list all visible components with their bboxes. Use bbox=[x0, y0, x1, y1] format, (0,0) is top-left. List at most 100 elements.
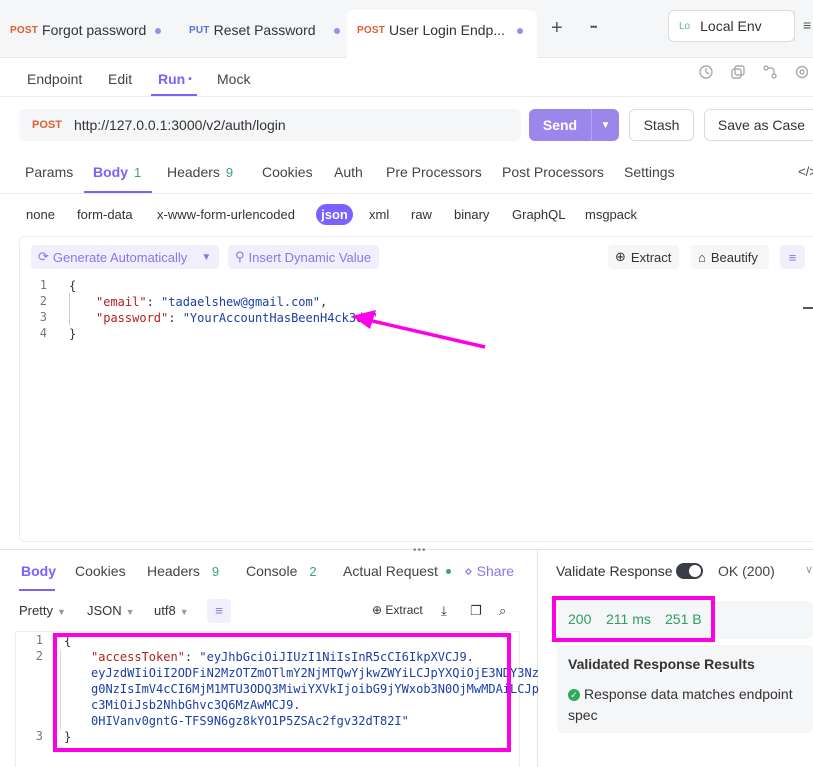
tab-body-label: Body bbox=[93, 164, 128, 180]
request-url[interactable]: http://127.0.0.1:3000/v2/auth/login bbox=[74, 117, 286, 133]
scroll-marker bbox=[803, 307, 813, 309]
refresh-icon: ⟳ bbox=[38, 249, 49, 264]
body-type-raw[interactable]: raw bbox=[411, 207, 432, 222]
body-type-none[interactable]: none bbox=[26, 207, 55, 222]
search-icon[interactable]: ⌕ bbox=[499, 603, 506, 619]
tab-params[interactable]: Params bbox=[25, 164, 73, 184]
tab-method: PUT bbox=[189, 24, 210, 36]
validate-toggle[interactable] bbox=[676, 563, 703, 579]
response-status-select[interactable]: OK (200) bbox=[718, 563, 775, 579]
highlight-box-stats bbox=[552, 596, 715, 642]
unsaved-dot bbox=[155, 28, 161, 34]
nav-run-label: Run bbox=[158, 71, 186, 87]
format-select[interactable]: Pretty ▼ bbox=[19, 603, 66, 618]
send-button-group[interactable]: Send ▼ bbox=[529, 109, 619, 141]
generate-label: Generate Automatically bbox=[52, 249, 188, 265]
tab-label: Forgot password bbox=[42, 22, 147, 38]
vertical-divider[interactable] bbox=[537, 549, 538, 767]
chevron-down-icon[interactable]: ∨ bbox=[805, 563, 813, 576]
encoding-select[interactable]: utf8 ▼ bbox=[154, 603, 189, 618]
body-type-xml[interactable]: xml bbox=[369, 207, 389, 222]
send-button[interactable]: Send bbox=[529, 117, 591, 133]
settings-icon[interactable] bbox=[793, 64, 811, 82]
code-icon[interactable]: </> bbox=[798, 164, 813, 184]
response-extract-button[interactable]: ⊕ Extract bbox=[372, 603, 423, 617]
wrap-lines-icon[interactable]: ≡ bbox=[207, 599, 231, 623]
body-type-form-data[interactable]: form-data bbox=[77, 207, 133, 222]
code-line: } bbox=[69, 327, 77, 341]
request-body-editor[interactable] bbox=[19, 236, 813, 542]
wrap-lines-icon[interactable]: ≡ bbox=[780, 245, 805, 269]
tab-cookies[interactable]: Cookies bbox=[262, 164, 313, 184]
beautify-button[interactable]: ⌂ Beautify bbox=[691, 245, 769, 269]
body-type-msgpack[interactable]: msgpack bbox=[585, 207, 637, 222]
response-tab-headers[interactable]: Headers 9 bbox=[147, 563, 219, 579]
tab-auth[interactable]: Auth bbox=[334, 164, 363, 184]
body-type-binary[interactable]: binary bbox=[454, 207, 489, 222]
tab-post-processors[interactable]: Post Processors bbox=[502, 164, 604, 184]
response-tab-console[interactable]: Console 2 bbox=[246, 563, 317, 579]
code-line-password: "password": "YourAccountHasBeenH4ck3d!" bbox=[96, 311, 378, 325]
menu-icon[interactable]: ≡ bbox=[803, 17, 811, 33]
tab-method: POST bbox=[10, 24, 39, 36]
resize-handle[interactable]: ••• bbox=[413, 545, 427, 556]
tab-reset-password[interactable]: PUT Reset Password bbox=[189, 10, 340, 50]
beautify-icon: ⌂ bbox=[698, 249, 706, 265]
tab-pre-processors[interactable]: Pre Processors bbox=[386, 164, 482, 184]
language-select[interactable]: JSON ▼ bbox=[87, 603, 135, 618]
more-icon[interactable]: ••• bbox=[590, 22, 598, 32]
check-circle-icon: ✓ bbox=[568, 689, 580, 701]
beautify-label: Beautify bbox=[710, 249, 758, 265]
response-extract-label: Extract bbox=[385, 603, 423, 617]
add-tab-icon[interactable]: + bbox=[551, 17, 563, 40]
format-value: Pretty bbox=[19, 603, 53, 618]
generate-automatically-button[interactable]: ⟳ Generate Automatically ▼ bbox=[31, 245, 219, 269]
chevron-down-icon[interactable]: ▼ bbox=[592, 120, 619, 131]
tab-body[interactable]: Body 1 bbox=[93, 164, 141, 184]
extract-icon: ⊕ bbox=[615, 249, 626, 264]
nav-edit[interactable]: Edit bbox=[108, 64, 132, 94]
environment-select[interactable]: Lo Local Env bbox=[668, 10, 795, 42]
status-dot bbox=[445, 569, 451, 574]
stash-button[interactable]: Stash bbox=[629, 109, 694, 141]
line-number: 2 bbox=[35, 649, 43, 663]
nav-endpoint[interactable]: Endpoint bbox=[27, 64, 82, 94]
tab-label: User Login Endp... bbox=[389, 22, 505, 38]
actual-request-label: Actual Request bbox=[343, 563, 438, 579]
body-type-graphql[interactable]: GraphQL bbox=[512, 207, 565, 222]
nav-run[interactable]: Run • bbox=[158, 64, 192, 94]
response-tab-body[interactable]: Body bbox=[21, 563, 56, 579]
url-input[interactable]: POST http://127.0.0.1:3000/v2/auth/login bbox=[19, 109, 521, 141]
copy-icon[interactable] bbox=[729, 64, 747, 82]
console-count: 2 bbox=[309, 564, 317, 579]
response-tab-cookies[interactable]: Cookies bbox=[75, 563, 126, 579]
body-count: 1 bbox=[134, 165, 142, 180]
console-label: Console bbox=[246, 563, 298, 579]
pane-divider[interactable] bbox=[0, 549, 813, 550]
extract-button[interactable]: ⊕ Extract bbox=[608, 245, 679, 269]
response-headers-count: 9 bbox=[211, 564, 220, 579]
download-icon[interactable]: ⤓ bbox=[441, 603, 447, 619]
unsaved-dot bbox=[334, 28, 340, 34]
body-type-urlencoded[interactable]: x-www-form-urlencoded bbox=[157, 207, 295, 222]
nav-mock[interactable]: Mock bbox=[217, 64, 250, 94]
tab-user-login[interactable]: POST User Login Endp... bbox=[347, 10, 537, 58]
tab-settings[interactable]: Settings bbox=[624, 164, 675, 184]
share-flow-icon[interactable] bbox=[761, 64, 779, 82]
tab-forgot-password[interactable]: POST Forgot password bbox=[10, 10, 161, 50]
share-button[interactable]: ⋄ Share bbox=[464, 563, 514, 580]
line-number: 1 bbox=[39, 278, 47, 292]
tab-headers[interactable]: Headers 9 bbox=[167, 164, 233, 184]
request-method[interactable]: POST bbox=[32, 119, 62, 131]
response-tab-actual-request[interactable]: Actual Request bbox=[343, 563, 451, 579]
chevron-down-icon: ▼ bbox=[125, 607, 135, 617]
chevron-down-icon[interactable]: ▼ bbox=[201, 252, 211, 263]
body-type-json[interactable]: json bbox=[316, 204, 353, 225]
unsaved-dot bbox=[517, 28, 523, 34]
json-value: "tadaelshew@gmail.com" bbox=[161, 295, 320, 309]
history-icon[interactable] bbox=[697, 64, 715, 82]
share-label: Share bbox=[476, 563, 515, 579]
copy-icon[interactable]: ❐ bbox=[470, 603, 482, 619]
insert-dynamic-value-button[interactable]: ⚲ Insert Dynamic Value bbox=[228, 245, 379, 269]
save-as-case-button[interactable]: Save as Case bbox=[704, 109, 813, 141]
